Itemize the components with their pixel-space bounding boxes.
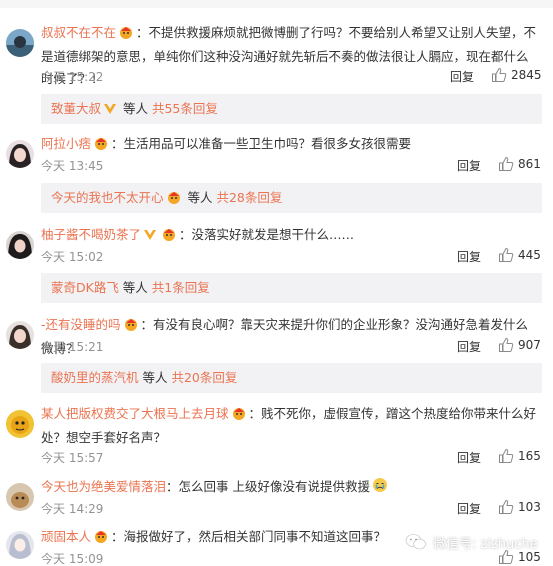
- comment-text: ：怎么回事 上级好像没有说提供救援: [166, 479, 370, 494]
- reply-count[interactable]: 共1条回复: [152, 280, 210, 295]
- reply-button[interactable]: 回复: [450, 68, 474, 85]
- crown-badge-icon: [166, 185, 182, 215]
- reply-count[interactable]: 共20条回复: [171, 370, 237, 385]
- wechat-logo-icon: [405, 534, 426, 550]
- watermark-text: 微信号: zizhuche: [433, 537, 538, 552]
- comment-body: 某人把版权费交了大根马上去月球 ：贱不死你，虚假宣传，蹭这个热度给你带来什么好处？…: [41, 403, 539, 449]
- comment-meta: 今天 15:57 回复 165: [41, 448, 543, 467]
- thumbs-up-icon: [499, 337, 514, 352]
- reply-suffix: 等人: [119, 101, 152, 116]
- thumbs-up-icon: [499, 156, 514, 171]
- reply-suffix: 等人: [118, 280, 152, 295]
- like-count: 165: [518, 449, 541, 463]
- v-badge-icon: [143, 226, 157, 248]
- comment-text: ：海报做好了，然后相关部门同事不知道这回事？: [111, 529, 387, 544]
- reply-count[interactable]: 共28条回复: [216, 190, 282, 205]
- reply-username[interactable]: 致董大叔: [51, 101, 101, 116]
- reply-summary[interactable]: 今天的我也不太开心 等人 共28条回复: [41, 183, 542, 213]
- like-button[interactable]: 165: [499, 448, 541, 463]
- comment-meta: 今天 13:45 回复 861: [41, 156, 543, 175]
- avatar[interactable]: [6, 531, 34, 559]
- reply-button[interactable]: 回复: [457, 248, 481, 265]
- username-link[interactable]: 阿拉小痞: [41, 136, 91, 151]
- crown-badge-icon: [161, 226, 177, 248]
- timestamp: 今天 13:45: [41, 159, 104, 173]
- timestamp: 今天 15:09: [41, 552, 104, 566]
- like-count: 907: [518, 338, 541, 352]
- reply-button[interactable]: 回复: [457, 500, 481, 517]
- comment-meta: 今天 15:22 回复 2845: [41, 67, 543, 86]
- like-button[interactable]: 861: [499, 156, 541, 171]
- reply-button[interactable]: 回复: [457, 338, 481, 355]
- like-count: 861: [518, 157, 541, 171]
- reply-summary[interactable]: 致董大叔 等人 共55条回复: [41, 94, 542, 124]
- comment-body: 今天也为绝美爱情落泪：怎么回事 上级好像没有说提供救援: [41, 476, 539, 500]
- crown-badge-icon: [93, 528, 109, 550]
- thumbs-up-icon: [499, 499, 514, 514]
- timestamp: 今天 15:21: [41, 340, 104, 354]
- reply-summary[interactable]: 蒙奇DK路飞 等人 共1条回复: [41, 273, 542, 303]
- like-count: 2845: [511, 68, 542, 82]
- avatar[interactable]: [6, 29, 34, 57]
- comment-text: ：没落实好就发是想干什么……: [179, 227, 355, 242]
- comment-body: 阿拉小痞 ：生活用品可以准备一些卫生巾吗？看很多女孩很需要: [41, 133, 539, 157]
- crown-badge-icon: [93, 135, 109, 157]
- like-count: 445: [518, 248, 541, 262]
- timestamp: 今天 15:02: [41, 250, 104, 264]
- username-link[interactable]: 今天也为绝美爱情落泪: [41, 479, 166, 494]
- reply-summary[interactable]: 酸奶里的蒸汽机 等人 共20条回复: [41, 363, 542, 393]
- crown-badge-icon: [231, 405, 247, 427]
- thumbs-up-icon: [499, 247, 514, 262]
- timestamp: 今天 14:29: [41, 502, 104, 516]
- reply-username[interactable]: 蒙奇DK路飞: [51, 280, 119, 295]
- avatar[interactable]: [6, 321, 34, 349]
- crown-badge-icon: [123, 316, 139, 338]
- timestamp: 今天 15:22: [41, 70, 104, 84]
- comment-text: ：生活用品可以准备一些卫生巾吗？看很多女孩很需要: [111, 136, 412, 151]
- username-link[interactable]: 顽固本人: [41, 529, 91, 544]
- avatar[interactable]: [6, 231, 34, 259]
- thumbs-up-icon: [499, 448, 514, 463]
- avatar[interactable]: [6, 410, 34, 438]
- reply-button[interactable]: 回复: [457, 157, 481, 174]
- like-button[interactable]: 907: [499, 337, 541, 352]
- like-button[interactable]: 2845: [492, 67, 542, 82]
- reply-suffix: 等人: [138, 370, 172, 385]
- avatar[interactable]: [6, 140, 34, 168]
- reply-count[interactable]: 共55条回复: [152, 101, 218, 116]
- username-link[interactable]: 某人把版权费交了大根马上去月球: [41, 406, 229, 421]
- watermark: 微信号: zizhuche: [405, 531, 551, 553]
- comment-meta: 今天 15:21 回复 907: [41, 337, 543, 356]
- like-count: 103: [518, 500, 541, 514]
- avatar[interactable]: [6, 483, 34, 511]
- thumbs-up-icon: [492, 67, 507, 82]
- reply-button[interactable]: 回复: [457, 449, 481, 466]
- previous-reply-fragment: [0, 0, 553, 8]
- reply-username[interactable]: 今天的我也不太开心: [51, 190, 164, 205]
- v-badge-icon: [103, 96, 117, 126]
- reply-username[interactable]: 酸奶里的蒸汽机: [51, 370, 139, 385]
- username-link[interactable]: 柚子酱不喝奶茶了: [41, 227, 141, 242]
- comment-body: 柚子酱不喝奶茶了 ：没落实好就发是想干什么……: [41, 224, 539, 248]
- comment-meta: 今天 15:02 回复 445: [41, 247, 543, 266]
- username-link[interactable]: -还有没睡的吗: [41, 317, 121, 332]
- reply-suffix: 等人: [183, 190, 217, 205]
- comment-meta: 今天 14:29 回复 103: [41, 499, 543, 518]
- like-button[interactable]: 445: [499, 247, 541, 262]
- username-link[interactable]: 叔叔不在不在: [41, 25, 116, 40]
- timestamp: 今天 15:57: [41, 451, 104, 465]
- crying-emoji-icon: [372, 477, 388, 500]
- crown-badge-icon: [118, 24, 134, 46]
- like-button[interactable]: 103: [499, 499, 541, 514]
